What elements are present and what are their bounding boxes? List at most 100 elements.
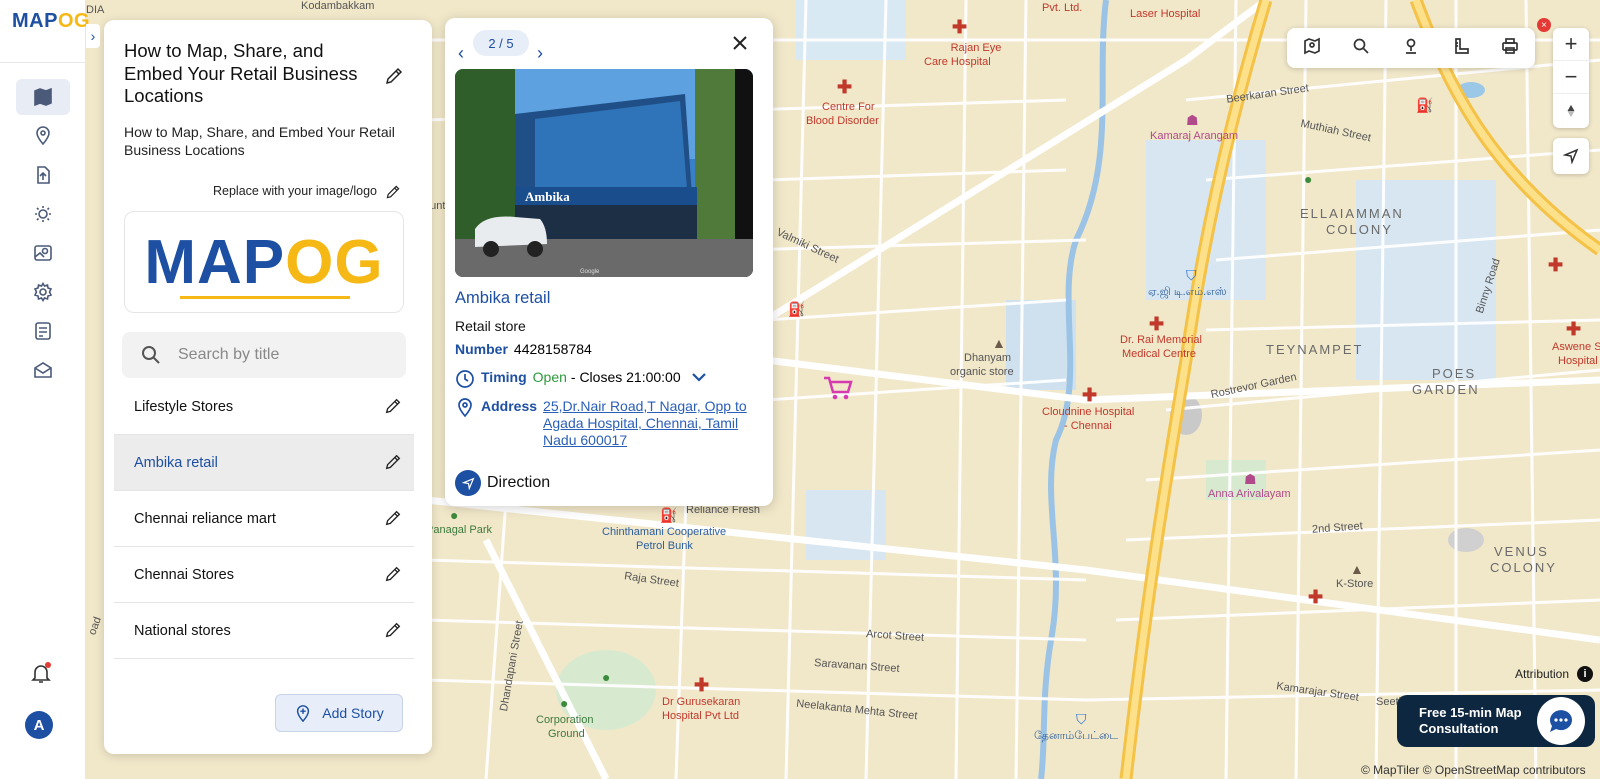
park-tree-icon: ● [1304, 171, 1313, 187]
chevron-left-icon[interactable]: ‹ [453, 43, 469, 63]
compass-button[interactable] [1553, 94, 1589, 127]
chevron-right-icon[interactable]: › [532, 43, 548, 63]
map-style-icon [34, 245, 52, 261]
theatre-icon: ☗ [1244, 471, 1257, 487]
address-link[interactable]: 25,Dr.Nair Road,T Nagar, Opp to Agada Ho… [543, 398, 775, 449]
rail-upload-button[interactable] [16, 157, 70, 193]
brand-logo: MAPOG [144, 227, 383, 298]
location-name: Ambika retail [455, 289, 551, 307]
story-list: Lifestyle Stores Ambika retail Chennai rel… [114, 379, 414, 659]
rail-gear-button[interactable] [16, 274, 70, 310]
ruler-icon [1454, 37, 1469, 54]
story-search[interactable] [122, 332, 406, 378]
map-layers-button[interactable] [1303, 37, 1321, 60]
notifications-button[interactable] [30, 662, 52, 684]
map-label: Care Hospital [924, 56, 991, 68]
direction-label: Direction [487, 474, 551, 491]
brand-logo-box[interactable]: MAPOG [124, 211, 404, 313]
story-panel: How to Map, Share, and Embed Your Retail… [104, 20, 432, 754]
address-row: Address 25,Dr.Nair Road,T Nagar, Opp to … [455, 398, 775, 449]
form-list-icon [35, 322, 51, 340]
timing-status: Open [532, 369, 567, 385]
search-input[interactable] [178, 346, 378, 364]
map-label: organic store [950, 366, 1014, 378]
map-label: VENUS [1494, 544, 1549, 559]
zoom-out-button[interactable]: − [1553, 61, 1589, 94]
hospital-icon: ✚ [1149, 314, 1165, 334]
close-icon[interactable] [731, 34, 749, 52]
map-label: Cloudnine Hospital [1042, 406, 1135, 418]
chevron-right-icon[interactable]: › [86, 24, 100, 48]
map-label: Hospital [1558, 355, 1598, 367]
consultation-banner[interactable]: Free 15-min Map Consultation [1397, 695, 1595, 747]
pencil-icon[interactable] [384, 565, 402, 583]
replace-image-button[interactable] [385, 184, 401, 200]
hospital-icon: ✚ [1548, 255, 1564, 275]
add-story-button[interactable]: Add Story [275, 694, 403, 732]
pencil-icon[interactable] [384, 453, 402, 471]
gear-icon [33, 282, 53, 302]
map-measure-button[interactable] [1452, 37, 1470, 60]
logo-underline [180, 296, 350, 299]
location-popup: ‹ 2 / 5 › Ambika Google Ambika retail Re… [445, 18, 773, 506]
chat-bubble-icon [1550, 710, 1572, 732]
number-row: Number 4428158784 [455, 341, 592, 357]
map-print-button[interactable] [1501, 37, 1519, 60]
fuel-icon: ⛽ [788, 301, 806, 317]
pencil-icon[interactable] [384, 397, 402, 415]
map-toolbar [1287, 28, 1535, 68]
theatre-icon: ☗ [1186, 112, 1199, 128]
map-label: Aswene Sound [1552, 341, 1600, 353]
location-pin-icon [455, 398, 475, 418]
map-label: Kodambakkam [301, 0, 375, 12]
zoom-in-button[interactable]: + [1553, 28, 1589, 61]
rail-form-button[interactable] [16, 313, 70, 349]
map-label: ஏ.ஜி டி.எம்.எஸ் [1148, 286, 1227, 298]
story-item[interactable]: Chennai Stores [114, 547, 414, 603]
location-photo[interactable]: Ambika Google [455, 69, 753, 277]
map-label: ELLAIAMMAN [1300, 206, 1404, 221]
pencil-icon[interactable] [384, 509, 402, 527]
map-label: Hospital Pvt Ltd [662, 710, 740, 722]
replace-image-label: Replace with your image/logo [213, 184, 377, 198]
rail-divider [0, 62, 86, 63]
location-category: Retail store [455, 318, 526, 334]
rail-settings-sun-button[interactable] [16, 196, 70, 232]
rail-map-style-button[interactable] [16, 235, 70, 271]
address-label: Address [481, 398, 538, 414]
map-label: தேனாம்பேட்டை [1034, 730, 1119, 742]
storefront-photo: Ambika Google [455, 69, 753, 277]
map-search-button[interactable] [1352, 37, 1370, 60]
app-logo[interactable]: MAPOG [12, 10, 90, 33]
map-label: Dhanyam [964, 352, 1012, 364]
story-item-label: Chennai reliance mart [134, 510, 276, 527]
hospital-icon: ✚ [1566, 319, 1582, 339]
map-label: Laser Hospital [1130, 8, 1201, 20]
toolbar-close-button[interactable]: × [1537, 18, 1551, 32]
story-description: How to Map, Share, and Embed Your Retail… [124, 124, 395, 158]
story-item[interactable]: Lifestyle Stores [114, 379, 414, 435]
story-item[interactable]: Ambika retail [114, 435, 414, 491]
printer-icon [1502, 37, 1519, 54]
chat-button[interactable] [1537, 697, 1585, 745]
avatar[interactable]: A [25, 711, 53, 739]
attribution-toggle[interactable]: Attribution i [1515, 666, 1594, 682]
story-item-label: Chennai Stores [134, 566, 234, 583]
pencil-icon[interactable] [384, 621, 402, 639]
rail-share-button[interactable] [16, 352, 70, 388]
map-layers-icon [1303, 37, 1320, 54]
rail-location-button[interactable] [16, 118, 70, 154]
photo-watermark: Google [580, 269, 600, 275]
edit-title-button[interactable] [384, 66, 404, 86]
clock-icon [455, 369, 475, 389]
timing-row[interactable]: Timing Open - Closes 21:00:00 [455, 369, 707, 389]
logo-main: MAP [12, 10, 58, 32]
story-item[interactable]: Chennai reliance mart [114, 491, 414, 547]
rail-map-button[interactable] [16, 79, 70, 115]
map-pin-button[interactable] [1402, 37, 1420, 60]
story-item[interactable]: National stores [114, 603, 414, 659]
direction-button[interactable]: Direction [455, 470, 550, 496]
chevron-down-icon[interactable] [691, 369, 707, 388]
fuel-icon: ⛽ [660, 507, 678, 523]
locate-me-button[interactable] [1553, 138, 1589, 174]
